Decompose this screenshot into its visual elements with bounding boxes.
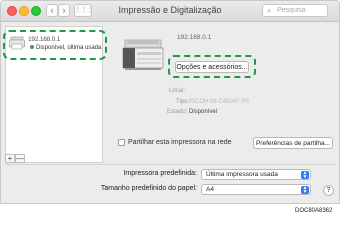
search-field[interactable]: ⌕ Pesquisa bbox=[262, 4, 328, 17]
share-printer-checkbox[interactable] bbox=[118, 139, 125, 146]
share-printer-label: Partilhar esta impressora na rede bbox=[128, 139, 232, 146]
printer-icon bbox=[9, 36, 25, 50]
separator bbox=[5, 164, 336, 165]
printer-status-text: Disponível, última usada bbox=[36, 45, 102, 51]
default-paper-label: Tamanho predefinido do papel: bbox=[100, 185, 197, 192]
type-value: RICOH IM C4500F PS bbox=[189, 99, 250, 105]
sharing-preferences-button[interactable]: Preferências de partilha... bbox=[253, 137, 333, 149]
status-label: Estado: bbox=[167, 109, 188, 115]
default-printer-select[interactable]: Última impressora usada ▲ ▼ bbox=[201, 169, 311, 180]
options-and-supplies-button[interactable]: Opções e acessórios... bbox=[175, 61, 249, 73]
printer-list-item-name[interactable]: 192.168.0.1 bbox=[28, 36, 60, 43]
default-printer-label: Impressora predefinida: bbox=[123, 170, 197, 177]
type-label: Tipo: bbox=[176, 99, 190, 105]
status-value: Disponível bbox=[189, 109, 218, 115]
default-paper-value: A4 bbox=[206, 186, 214, 193]
title-bar: ‹ › ⋮⋮⋮ Impressão e Digitalização ⌕ Pesq… bbox=[1, 1, 339, 22]
location-label: Local: bbox=[169, 88, 186, 94]
remove-printer-button[interactable]: — bbox=[15, 154, 25, 163]
search-placeholder: Pesquisa bbox=[277, 7, 306, 14]
printer-list-item-status: Disponível, última usada bbox=[30, 45, 101, 51]
select-arrows-icon: ▲ ▼ bbox=[301, 169, 309, 180]
default-printer-value: Última impressora usada bbox=[206, 171, 278, 178]
select-arrows-icon: ▲ ▼ bbox=[301, 184, 309, 195]
status-available-icon bbox=[30, 45, 34, 50]
help-button[interactable]: ? bbox=[323, 185, 334, 196]
default-paper-select[interactable]: A4 ▲ ▼ bbox=[201, 184, 311, 195]
printers-window: ‹ › ⋮⋮⋮ Impressão e Digitalização ⌕ Pesq… bbox=[0, 0, 340, 204]
selected-printer-name: 192.168.0.1 bbox=[177, 34, 212, 41]
figure-code: DOC80A8362 bbox=[295, 208, 333, 214]
add-printer-button[interactable]: + bbox=[5, 154, 15, 163]
search-icon: ⌕ bbox=[267, 6, 272, 15]
printer-image-icon bbox=[122, 39, 164, 70]
